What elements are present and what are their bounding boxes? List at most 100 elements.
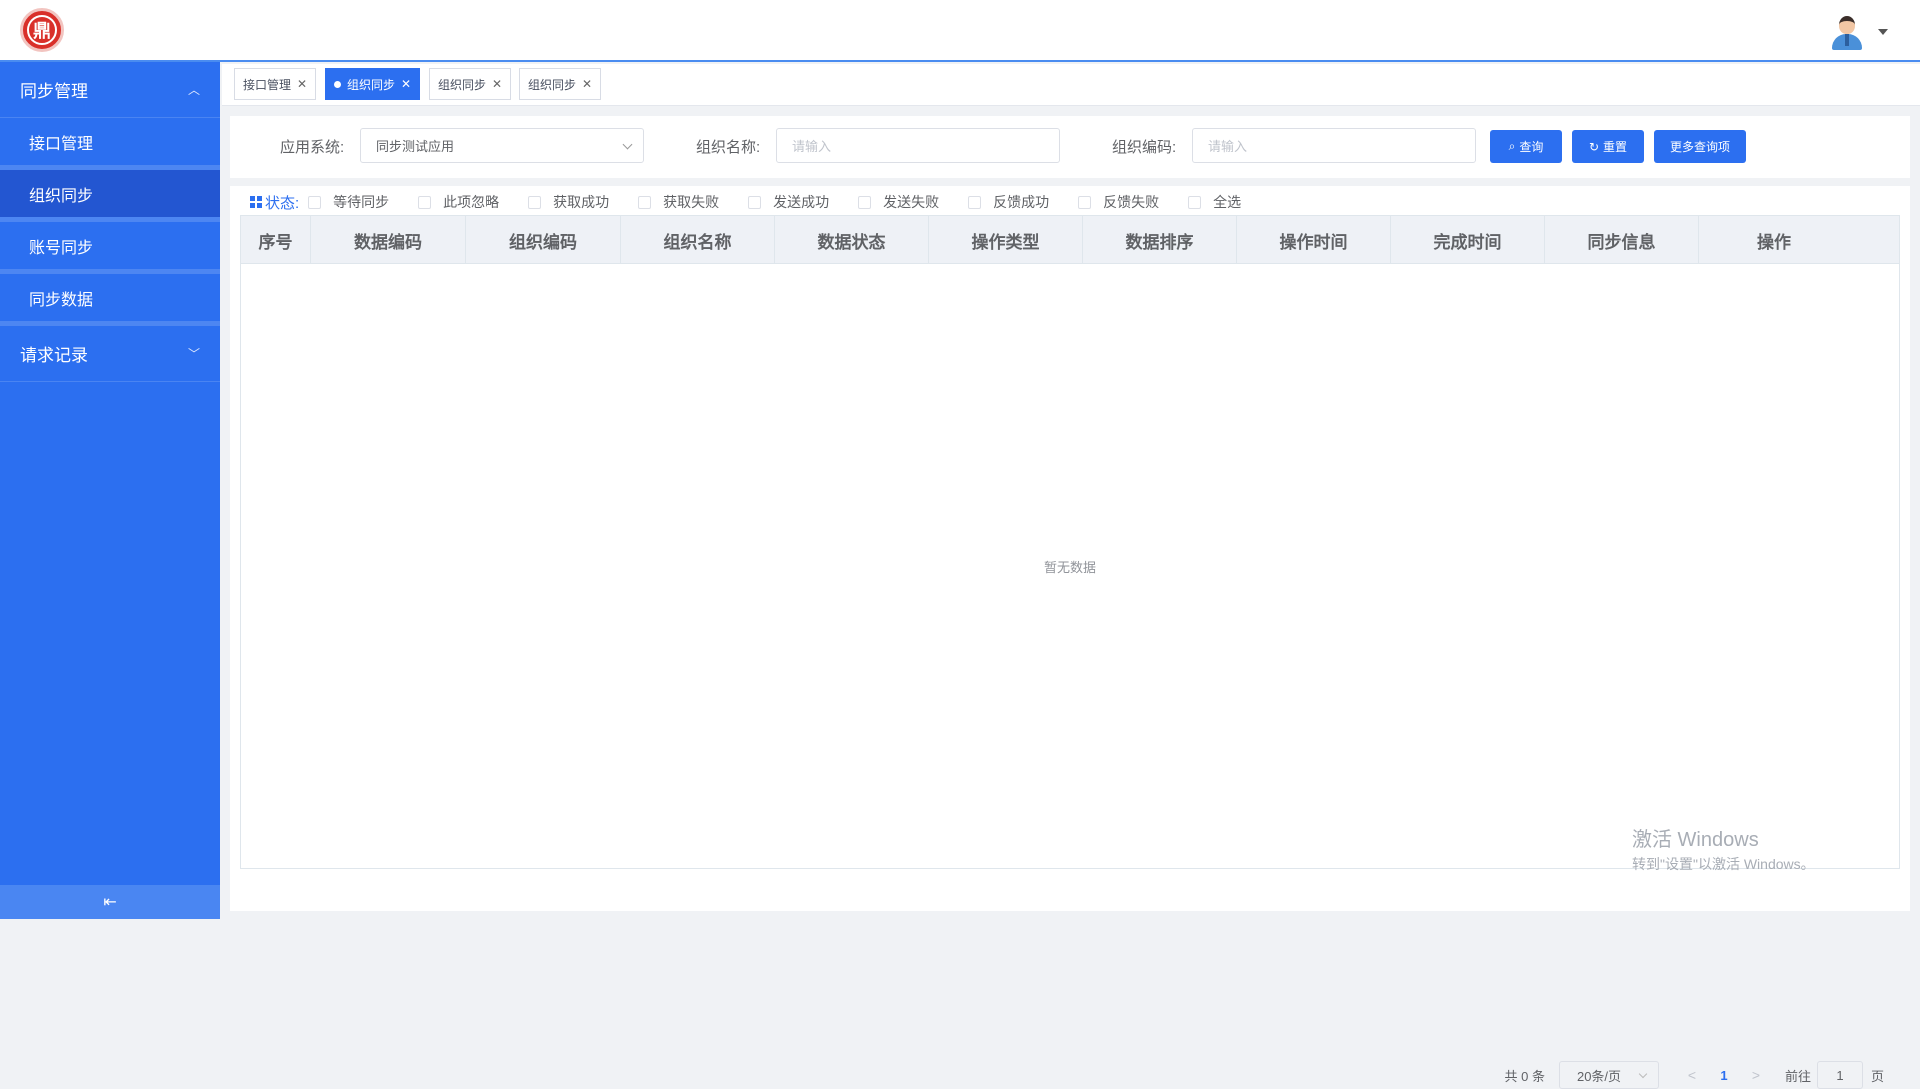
- sidebar-item-label: 接口管理: [29, 135, 94, 153]
- table-header: 序号 数据编码 组织编码 组织名称 数据状态 操作类型 数据排序 操作时间 完成…: [241, 216, 1899, 264]
- checkbox-label: 反馈成功: [993, 194, 1050, 210]
- logo-glyph: 鼎: [27, 15, 57, 45]
- column-header[interactable]: 数据排序: [1083, 216, 1237, 264]
- column-header[interactable]: 数据编码: [311, 216, 466, 264]
- checkbox-label: 发送失败: [883, 194, 940, 210]
- page-number-current[interactable]: 1: [1707, 1068, 1741, 1083]
- caret-down-icon[interactable]: [1878, 29, 1888, 35]
- logo[interactable]: 鼎: [20, 8, 64, 52]
- chevron-down-icon: ﹀: [187, 347, 200, 361]
- sidebar-item-label: 账号同步: [29, 239, 94, 257]
- status-title-label: 状态:: [265, 194, 300, 212]
- avatar-icon[interactable]: [1830, 14, 1864, 50]
- tab-org-sync-active[interactable]: 组织同步 ✕: [325, 68, 421, 100]
- search-icon: ⌕: [1508, 139, 1516, 153]
- tab-label: 接口管理: [243, 77, 292, 92]
- checkbox-icon[interactable]: [1188, 195, 1202, 209]
- user-menu[interactable]: [1830, 14, 1888, 50]
- refresh-icon: ↻: [1588, 139, 1600, 154]
- checkbox-icon[interactable]: [748, 195, 762, 209]
- goto-page-value: 1: [1836, 1067, 1844, 1083]
- tab-bar: 接口管理 ✕ 组织同步 ✕ 组织同步 ✕ 组织同步 ✕: [222, 64, 1920, 106]
- checkbox-label: 全选: [1213, 194, 1242, 210]
- chevron-down-icon: [1638, 1069, 1648, 1079]
- close-icon[interactable]: ✕: [401, 77, 411, 91]
- content-panel: 状态: 等待同步 此项忽略 获取成功 获取失败 发送成功 发送失败 反馈成功 反…: [230, 186, 1910, 1089]
- tab-interface-management[interactable]: 接口管理 ✕: [234, 68, 317, 100]
- checkbox-icon[interactable]: [528, 195, 542, 209]
- app-system-label: 应用系统:: [280, 139, 345, 156]
- column-header[interactable]: 组织名称: [621, 216, 775, 264]
- tab-label: 组织同步: [438, 77, 487, 92]
- column-header[interactable]: 序号: [241, 216, 311, 264]
- org-code-input[interactable]: 请输入: [1192, 128, 1476, 163]
- checkbox-icon[interactable]: [308, 195, 322, 209]
- query-button-label: 查询: [1519, 140, 1544, 154]
- collapse-icon: ⇤: [103, 894, 117, 911]
- org-name-placeholder: 请输入: [792, 139, 832, 154]
- sidebar-group-label: 请求记录: [20, 346, 88, 365]
- empty-state: 暂无数据: [1043, 559, 1096, 575]
- prev-page-button[interactable]: <: [1677, 1067, 1707, 1083]
- close-icon[interactable]: ✕: [297, 77, 307, 91]
- sidebar-item-interface-management[interactable]: 接口管理: [0, 118, 220, 170]
- tab-org-sync-2[interactable]: 组织同步 ✕: [429, 68, 512, 100]
- close-icon[interactable]: ✕: [582, 77, 592, 91]
- org-code-placeholder: 请输入: [1208, 139, 1248, 154]
- close-icon[interactable]: ✕: [492, 77, 502, 91]
- active-dot-icon: [334, 80, 341, 88]
- page-size-value: 20条/页: [1576, 1068, 1622, 1084]
- page-size-select[interactable]: 20条/页: [1558, 1061, 1659, 1089]
- checkbox-icon[interactable]: [418, 195, 432, 209]
- chevron-down-icon: [622, 139, 633, 150]
- status-checkbox-ignored[interactable]: 此项忽略: [418, 192, 528, 212]
- org-name-label: 组织名称:: [696, 139, 761, 156]
- query-button[interactable]: ⌕ 查询: [1490, 130, 1562, 163]
- column-header[interactable]: 完成时间: [1391, 216, 1545, 264]
- checkbox-label: 此项忽略: [443, 194, 500, 210]
- reset-button[interactable]: ↻ 重置: [1572, 130, 1644, 163]
- org-name-input[interactable]: 请输入: [776, 128, 1060, 163]
- checkbox-icon[interactable]: [858, 195, 872, 209]
- column-header[interactable]: 数据状态: [775, 216, 929, 264]
- status-checkbox-fetch-failed[interactable]: 获取失败: [638, 192, 748, 212]
- column-header[interactable]: 操作时间: [1237, 216, 1391, 264]
- windows-activation-watermark: 激活 Windows 转到"设置"以激活 Windows。: [1632, 823, 1815, 874]
- status-checkbox-send-success[interactable]: 发送成功: [748, 192, 858, 212]
- sidebar-group-sync-management[interactable]: 同步管理 ︿: [0, 62, 220, 118]
- status-checkbox-fetch-success[interactable]: 获取成功: [528, 192, 638, 212]
- status-checkbox-send-failed[interactable]: 发送失败: [858, 192, 968, 212]
- column-header[interactable]: 组织编码: [466, 216, 621, 264]
- status-filter-row: 状态: 等待同步 此项忽略 获取成功 获取失败 发送成功 发送失败 反馈成功 反…: [250, 190, 1298, 214]
- checkbox-icon[interactable]: [968, 195, 982, 209]
- org-code-label: 组织编码:: [1112, 139, 1177, 156]
- next-page-button[interactable]: >: [1741, 1067, 1771, 1083]
- checkbox-label: 获取成功: [553, 194, 610, 210]
- tab-org-sync-3[interactable]: 组织同步 ✕: [519, 68, 602, 100]
- checkbox-label: 发送成功: [773, 194, 830, 210]
- status-checkbox-select-all[interactable]: 全选: [1188, 192, 1298, 212]
- more-query-button[interactable]: 更多查询项: [1654, 130, 1746, 163]
- more-query-button-label: 更多查询项: [1669, 140, 1730, 154]
- column-header[interactable]: 同步信息: [1545, 216, 1699, 264]
- status-checkbox-waiting[interactable]: 等待同步: [308, 192, 418, 212]
- app-system-select[interactable]: 同步测试应用: [360, 128, 644, 163]
- checkbox-icon[interactable]: [638, 195, 652, 209]
- sidebar-collapse-button[interactable]: ⇤: [0, 885, 220, 919]
- chevron-up-icon: ︿: [187, 83, 200, 97]
- sidebar-item-org-sync[interactable]: 组织同步: [0, 170, 220, 222]
- tab-label: 组织同步: [347, 77, 396, 92]
- watermark-line-1: 激活 Windows: [1632, 829, 1759, 851]
- column-header[interactable]: 操作类型: [929, 216, 1083, 264]
- sidebar-item-sync-data[interactable]: 同步数据: [0, 274, 220, 326]
- status-checkbox-feedback-success[interactable]: 反馈成功: [968, 192, 1078, 212]
- checkbox-icon[interactable]: [1078, 195, 1092, 209]
- page-suffix-label: 页: [1870, 1068, 1884, 1084]
- sidebar-item-account-sync[interactable]: 账号同步: [0, 222, 220, 274]
- goto-label: 前往: [1784, 1068, 1811, 1084]
- goto-page-input[interactable]: 1: [1816, 1061, 1863, 1089]
- column-header[interactable]: 操作: [1699, 216, 1849, 264]
- status-checkbox-feedback-failed[interactable]: 反馈失败: [1078, 192, 1188, 212]
- sidebar-group-request-records[interactable]: 请求记录 ﹀: [0, 326, 220, 382]
- tab-label: 组织同步: [528, 77, 577, 92]
